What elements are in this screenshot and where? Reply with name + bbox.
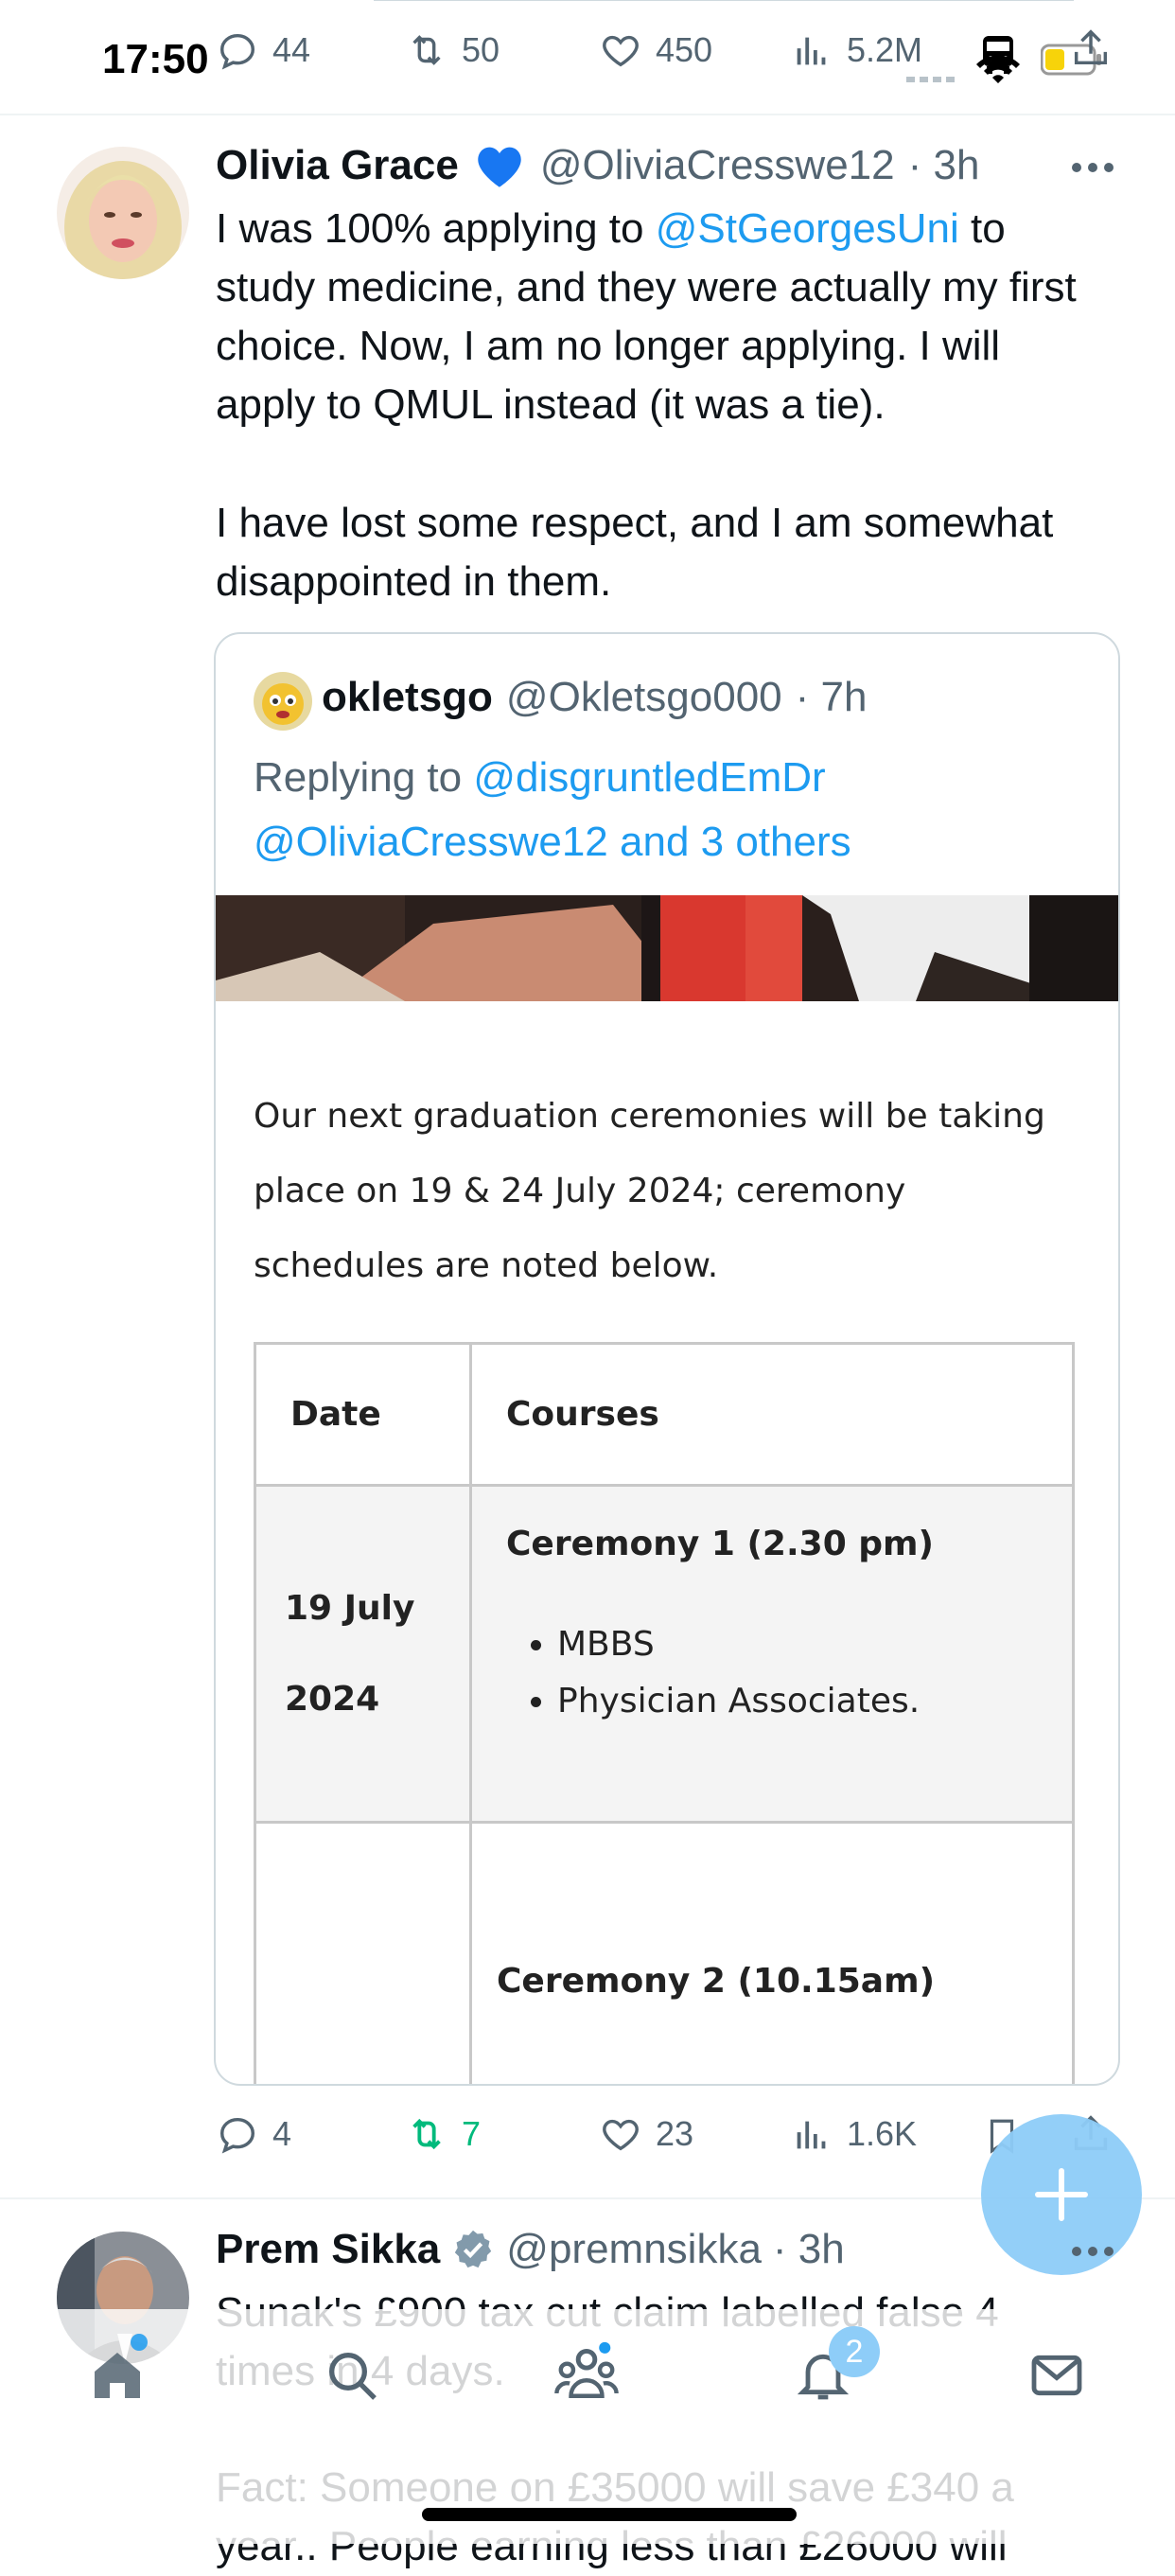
retweet-button[interactable]: 7 <box>405 2112 481 2156</box>
quote-header: okletsgo @Okletsgo000 · 7h <box>322 674 867 721</box>
plus-icon <box>1035 2168 1088 2221</box>
replying-to: Replying to @disgruntledEmDr @OliviaCres… <box>254 746 1086 874</box>
avatar-image <box>57 147 189 279</box>
views-icon <box>797 2121 826 2149</box>
search-icon[interactable] <box>322 2345 382 2410</box>
table-row: Ceremony 2 (10.15am) <box>254 1821 1075 2084</box>
status-time: 17:50 <box>102 36 209 82</box>
list-item: Physician Associates. <box>557 1673 1072 1730</box>
online-indicator <box>131 2334 148 2351</box>
verified-badge-icon <box>455 2230 492 2268</box>
replying-prefix: Replying to <box>254 754 474 801</box>
reply-button[interactable]: 4 <box>216 2112 291 2156</box>
row-date: 19 July 2024 <box>254 1484 472 1824</box>
views-icon <box>797 37 826 65</box>
retweet-icon <box>412 35 441 65</box>
prev-reply-button[interactable]: 44 <box>216 28 310 72</box>
table-row: 19 July 2024 Ceremony 1 (2.30 pm) MBBS P… <box>254 1484 1075 1824</box>
retweet-count: 50 <box>462 30 500 69</box>
table-header-date: Date <box>254 1342 472 1487</box>
course-list: MBBS Physician Associates. <box>557 1616 1072 1730</box>
like-count: 450 <box>656 30 713 69</box>
photo-image <box>216 895 1118 1001</box>
row-date-empty <box>254 1821 472 2084</box>
author-handle[interactable]: @premnsikka <box>506 2226 762 2273</box>
replying-mention[interactable]: @disgruntledEmDr <box>473 754 825 801</box>
list-item: MBBS <box>557 1616 1072 1673</box>
tweet-header: Olivia Grace @OliviaCresswe12 · 3h <box>216 142 979 189</box>
divider <box>374 0 1074 1</box>
communities-icon[interactable] <box>552 2341 621 2408</box>
row-courses: Ceremony 1 (2.30 pm) MBBS Physician Asso… <box>469 1484 1075 1824</box>
reply-icon <box>219 33 255 70</box>
tweet-time: · 3h <box>772 2226 845 2272</box>
wifi-icon <box>974 55 1022 88</box>
tweet-time: · 3h <box>907 142 980 188</box>
prev-views-button[interactable]: 5.2M <box>790 28 922 72</box>
reply-count: 44 <box>272 30 311 69</box>
ceremony-title: Ceremony 2 (10.15am) <box>497 1962 936 2001</box>
quote-author-handle: @Okletsgo000 <box>505 674 782 720</box>
tweet-text-part: I was 100% applying to <box>216 205 656 252</box>
heart-icon <box>603 35 639 67</box>
graduation-photo <box>216 895 1118 1001</box>
home-indicator-dots <box>906 70 956 82</box>
tweet-text: I was 100% applying to @StGeorgesUni to … <box>216 200 1100 434</box>
more-icon[interactable] <box>1071 2245 1114 2262</box>
table-header-row: Date Courses <box>254 1342 1075 1487</box>
like-button[interactable]: 23 <box>599 2112 693 2156</box>
author-name[interactable]: Olivia Grace <box>216 142 459 189</box>
replying-others[interactable]: @OliviaCresswe12 and 3 others <box>254 819 851 865</box>
retweet-icon <box>412 2118 441 2150</box>
quote-avatar <box>254 672 312 731</box>
mention-link[interactable]: @StGeorgesUni <box>656 205 959 252</box>
dots-icon <box>906 77 955 82</box>
like-count: 23 <box>656 2114 694 2153</box>
schedule-table: Date Courses 19 July 2024 Ceremony 1 (2.… <box>254 1342 1075 2084</box>
compose-button[interactable] <box>981 2114 1142 2275</box>
author-handle[interactable]: @OliviaCresswe12 <box>540 142 895 189</box>
blue-heart-icon <box>478 147 521 187</box>
document-intro: Our next graduation ceremonies will be t… <box>254 1097 1045 1285</box>
messages-icon[interactable] <box>1026 2345 1087 2410</box>
ceremony-title: Ceremony 1 (2.30 pm) <box>506 1525 935 1563</box>
share-icon[interactable] <box>1069 26 1113 75</box>
more-icon[interactable] <box>1071 161 1114 178</box>
quote-author-name: okletsgo <box>322 674 493 720</box>
home-indicator <box>422 2508 797 2521</box>
retweet-count: 7 <box>462 2114 482 2153</box>
row-courses: Ceremony 2 (10.15am) <box>469 1821 1075 2084</box>
views-count: 5.2M <box>847 30 923 69</box>
views-button[interactable]: 1.6K <box>790 2112 917 2156</box>
table-header-courses: Courses <box>469 1342 1075 1487</box>
notification-badge: 2 <box>829 2326 880 2377</box>
quote-avatar-image <box>254 672 312 731</box>
reply-icon <box>219 2117 255 2154</box>
views-count: 1.6K <box>847 2114 918 2153</box>
tweet-header: Prem Sikka @premnsikka · 3h <box>216 2226 845 2273</box>
tweet-text-paragraph-2: I have lost some respect, and I am somew… <box>216 500 1054 605</box>
reply-count: 4 <box>272 2114 292 2153</box>
quote-time: · 7h <box>795 674 868 720</box>
heart-icon <box>603 2119 639 2151</box>
avatar[interactable] <box>57 147 189 279</box>
prev-like-button[interactable]: 450 <box>599 28 712 72</box>
home-icon[interactable] <box>87 2345 148 2410</box>
prev-retweet-button[interactable]: 50 <box>405 28 500 72</box>
author-name[interactable]: Prem Sikka <box>216 2226 440 2273</box>
quote-tweet-card[interactable]: okletsgo @Okletsgo000 · 7h Replying to @… <box>214 632 1120 2086</box>
